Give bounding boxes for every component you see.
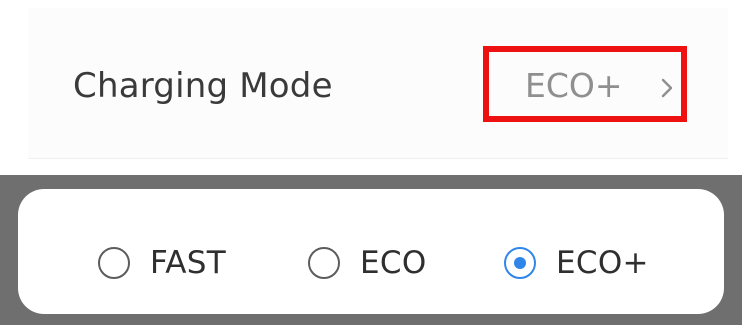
eco-plus-radio[interactable]: [504, 247, 536, 279]
settings-panel: Charging Mode ECO+: [0, 0, 742, 175]
eco-radio[interactable]: [308, 247, 340, 279]
mode-option-eco[interactable]: ECO: [308, 241, 427, 285]
eco-plus-label: ECO+: [556, 245, 649, 281]
mode-selector-card: FAST ECO ECO+: [18, 189, 724, 314]
eco-label: ECO: [360, 245, 427, 281]
mode-option-fast[interactable]: FAST: [98, 241, 226, 285]
charging-mode-value: ECO+: [525, 66, 623, 105]
fast-radio[interactable]: [98, 247, 130, 279]
charging-mode-row[interactable]: Charging Mode ECO+: [28, 8, 728, 159]
chevron-right-icon: [660, 77, 674, 98]
radio-selected-dot: [514, 257, 526, 269]
fast-label: FAST: [150, 245, 227, 281]
mode-option-eco-plus[interactable]: ECO+: [504, 241, 649, 285]
charging-mode-label: Charging Mode: [73, 66, 333, 106]
charging-mode-value-button[interactable]: ECO+: [483, 46, 687, 122]
mode-selector-overlay: FAST ECO ECO+: [0, 175, 742, 325]
